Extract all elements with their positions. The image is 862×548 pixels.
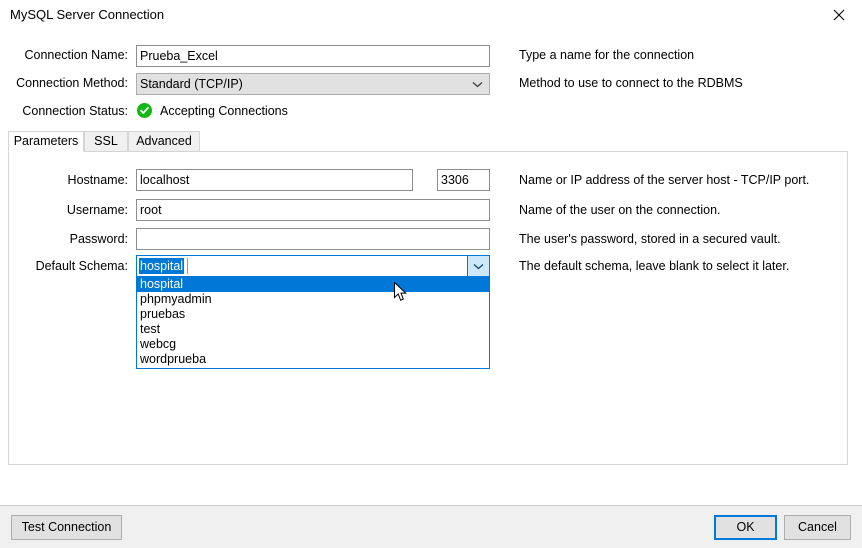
tab-strip: Parameters SSL Advanced — [8, 131, 848, 152]
connection-status-label: Connection Status: — [0, 104, 128, 118]
chevron-down-icon — [473, 259, 484, 273]
connection-status: Accepting Connections — [137, 103, 288, 118]
cancel-button[interactable]: Cancel — [784, 515, 851, 540]
tab-parameters-label: Parameters — [14, 134, 79, 148]
password-help: The user's password, stored in a secured… — [519, 232, 781, 246]
password-input[interactable] — [136, 228, 490, 250]
list-item[interactable]: webcg — [137, 337, 489, 352]
connection-name-help: Type a name for the connection — [519, 48, 694, 62]
list-item[interactable]: wordprueba — [137, 352, 489, 367]
footer-bar: Test Connection OK Cancel — [0, 506, 862, 548]
close-button[interactable] — [816, 0, 862, 30]
chevron-down-icon — [472, 74, 483, 94]
default-schema-combobox[interactable]: hospital — [136, 255, 490, 277]
tab-parameters[interactable]: Parameters — [8, 131, 84, 152]
ok-button[interactable]: OK — [714, 515, 777, 540]
tab-ssl[interactable]: SSL — [84, 131, 128, 152]
default-schema-label: Default Schema: — [0, 259, 128, 273]
list-item[interactable]: hospital — [137, 277, 489, 292]
connection-method-help: Method to use to connect to the RDBMS — [519, 76, 743, 90]
tab-advanced-label: Advanced — [136, 134, 192, 148]
connection-method-select[interactable]: Standard (TCP/IP) — [136, 73, 490, 95]
check-circle-icon — [137, 103, 152, 118]
username-input[interactable]: root — [136, 199, 490, 221]
list-item[interactable]: pruebas — [137, 307, 489, 322]
list-item[interactable]: test — [137, 322, 489, 337]
default-schema-dropdown-button[interactable] — [467, 256, 489, 276]
connection-name-input[interactable]: Prueba_Excel — [136, 45, 490, 67]
list-item[interactable]: phpmyadmin — [137, 292, 489, 307]
default-schema-dropdown-list[interactable]: hospital phpmyadmin pruebas test webcg w… — [136, 277, 490, 369]
close-icon — [833, 9, 845, 21]
connection-name-label: Connection Name: — [0, 48, 128, 62]
tab-ssl-label: SSL — [94, 134, 118, 148]
username-label: Username: — [0, 203, 128, 217]
username-help: Name of the user on the connection. — [519, 203, 721, 217]
port-input[interactable]: 3306 — [437, 169, 490, 191]
default-schema-value: hospital — [139, 258, 184, 274]
password-label: Password: — [0, 232, 128, 246]
hostname-help: Name or IP address of the server host - … — [519, 173, 809, 187]
test-connection-button[interactable]: Test Connection — [11, 515, 122, 540]
tab-advanced[interactable]: Advanced — [128, 131, 200, 152]
hostname-input[interactable]: localhost — [136, 169, 413, 191]
connection-method-value: Standard (TCP/IP) — [140, 77, 243, 91]
connection-status-value: Accepting Connections — [160, 104, 288, 118]
title-bar: MySQL Server Connection — [0, 0, 862, 30]
connection-method-label: Connection Method: — [0, 76, 128, 90]
default-schema-help: The default schema, leave blank to selec… — [519, 259, 789, 273]
hostname-label: Hostname: — [0, 173, 128, 187]
window-title: MySQL Server Connection — [10, 7, 164, 22]
text-caret — [187, 258, 188, 274]
